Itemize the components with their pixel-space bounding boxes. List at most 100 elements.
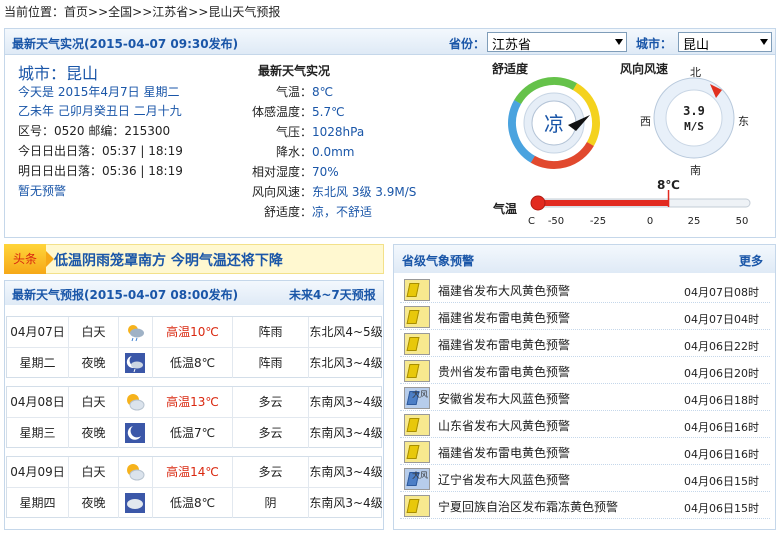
city-select-value: 昆山 [683,38,710,53]
forecast-period: 夜晚 [69,348,119,378]
yellow-warning-icon [404,279,430,301]
alert-row[interactable]: 福建省发布雷电黄色预警 04月06日16时 [400,438,770,465]
forecast-period: 白天 [69,387,119,417]
forecast-period: 白天 [69,457,119,487]
forecast-more-link[interactable]: 未来4~7天预报 [289,286,376,303]
compass-south: 南 [690,164,701,177]
thermometer [530,190,751,211]
lunar-date: 乙未年 己卯月癸丑日 二月十九 [18,104,182,118]
yellow-warning-icon [404,306,430,328]
area-code: 区号：0520 邮编：215300 [18,124,171,138]
forecast-period: 夜晚 [69,418,119,448]
alert-row[interactable]: 福建省发布大风黄色预警 04月07日08时 [400,276,770,303]
breadcrumb-label: 当前位置： [4,5,65,19]
forecast-weather: 多云 [233,387,309,417]
temp-tick: -25 [589,216,607,227]
forecast-weekday: 星期二 [7,348,69,378]
alert-time: 04月06日20时 [684,367,759,380]
alert-title-link[interactable]: 辽宁省发布大风蓝色预警 [438,471,570,488]
alert-title-link[interactable]: 福建省发布雷电黄色预警 [438,444,570,461]
alert-title-link[interactable]: 福建省发布雷电黄色预警 [438,309,570,326]
obs-pressure: 气压：1028hPa [275,125,365,139]
breadcrumb-current: 昆山天气预报 [208,5,281,19]
wind-speed-value: 3.9 [683,104,705,118]
forecast-temperature: 高温10℃ [153,317,233,347]
alert-time: 04月06日22时 [684,340,759,353]
today-sunrise-sunset: 今日日出日落：05:37 | 18:19 [18,144,183,158]
forecast-weather: 阵雨 [233,348,309,378]
compass-west: 西 [640,115,651,128]
temp-tick: 25 [687,216,701,227]
headline-link[interactable]: 低温阴雨笼罩南方 今明气温还将下降 [54,250,283,270]
breadcrumb: 当前位置：首页>>全国>>江苏省>>昆山天气预报 [4,3,280,20]
alert-row[interactable]: 贵州省发布雷电黄色预警 04月06日20时 [400,357,770,384]
forecast-weekday: 星期三 [7,418,69,448]
city-select[interactable]: 昆山 [678,32,772,53]
blue-warning-icon: 大风 [404,387,430,409]
forecast-date: 04月09日 [7,457,69,487]
wind-speed-unit: M/S [684,120,704,133]
obs-precipitation: 降水：0.0mm [275,145,355,159]
wind-compass [653,77,735,159]
obs-humidity: 相对湿度：70% [251,165,339,179]
headline-tag: 头条 [4,244,54,274]
forecast-date: 04月08日 [7,387,69,417]
alert-row[interactable]: 大风 安徽省发布大风蓝色预警 04月06日18时 [400,384,770,411]
obs-wind: 风向风速：东北风 3级 3.9M/S [251,185,417,199]
breadcrumb-home-link[interactable]: 首页 [64,5,88,19]
alert-title-link[interactable]: 福建省发布雷电黄色预警 [438,336,570,353]
compass-east: 东 [738,115,749,128]
province-select[interactable]: 江苏省 [487,32,627,53]
alerts-more-link[interactable]: 更多 [739,252,763,269]
breadcrumb-separator: >> [88,5,109,19]
forecast-day: 04月07日 白天 高温10℃ 阵雨 东北风4~5级 星期二 夜晚 低温8℃ 阵雨 东北风3~4级 [6,316,383,378]
temperature-label: 气温 [493,202,518,216]
alert-row[interactable]: 宁夏回族自治区发布霜冻黄色预警 04月06日15时 [400,492,770,519]
warning-icon-label: 大风 [412,471,428,480]
alert-row[interactable]: 福建省发布雷电黄色预警 04月07日04时 [400,303,770,330]
city-title: 城市：昆山 [18,64,99,83]
forecast-wind: 东北风4~5级 [309,325,383,339]
alert-time: 04月06日18时 [684,394,759,407]
realtime-header-title: 最新天气实况(2015-04-07 09:30发布) [12,37,239,51]
forecast-period: 白天 [69,317,119,347]
alert-title-link[interactable]: 山东省发布大风黄色预警 [438,417,570,434]
no-warning-link[interactable]: 暂无预警 [18,182,66,199]
alert-row[interactable]: 山东省发布大风黄色预警 04月06日16时 [400,411,770,438]
alert-time: 04月06日16时 [684,448,759,461]
comfort-gauge-value: 凉 [544,112,564,136]
yellow-warning-icon [404,414,430,436]
partly-cloudy-night-icon [125,423,145,443]
breadcrumb-country-link[interactable]: 全国 [108,5,132,19]
partly-cloudy-day-icon [125,462,145,482]
rain-night-icon [125,353,145,373]
temp-tick: 0 [646,216,654,227]
forecast-wind: 东南风3~4级 [309,426,383,440]
alert-row[interactable]: 大风 辽宁省发布大风蓝色预警 04月06日15时 [400,465,770,492]
cloudy-icon [125,493,145,513]
forecast-day: 04月09日 白天 高温14℃ 多云 东南风3~4级 星期四 夜晚 低温8℃ 阴东南风3~4级 [6,456,383,518]
forecast-wind: 东南风3~4级 [309,465,383,479]
alert-row[interactable]: 福建省发布雷电黄色预警 04月06日22时 [400,330,770,357]
forecast-wind: 东北风3~4级 [309,356,383,370]
temp-tick: 50 [735,216,749,227]
breadcrumb-province-link[interactable]: 江苏省 [152,5,188,19]
forecast-temperature: 高温13℃ [153,387,233,417]
alert-time: 04月06日15时 [684,475,759,488]
forecast-temperature: 低温8℃ [153,488,233,518]
breadcrumb-separator: >> [188,5,209,19]
warning-icon-label: 大风 [412,390,428,399]
forecast-wind: 东南风3~4级 [309,395,383,409]
obs-temperature: 气温：8℃ [275,85,334,99]
yellow-warning-icon [404,495,430,517]
forecast-weather: 阴 [233,488,309,518]
breadcrumb-separator: >> [132,5,153,19]
alert-title-link[interactable]: 宁夏回族自治区发布霜冻黄色预警 [438,498,618,515]
alert-title-link[interactable]: 福建省发布大风黄色预警 [438,282,570,299]
forecast-weekday: 星期四 [7,488,69,518]
alert-title-link[interactable]: 贵州省发布雷电黄色预警 [438,363,570,380]
province-label: 省份： [449,37,486,51]
forecast-weather: 多云 [233,418,309,448]
partly-cloudy-day-icon [125,392,145,412]
alert-title-link[interactable]: 安徽省发布大风蓝色预警 [438,390,570,407]
